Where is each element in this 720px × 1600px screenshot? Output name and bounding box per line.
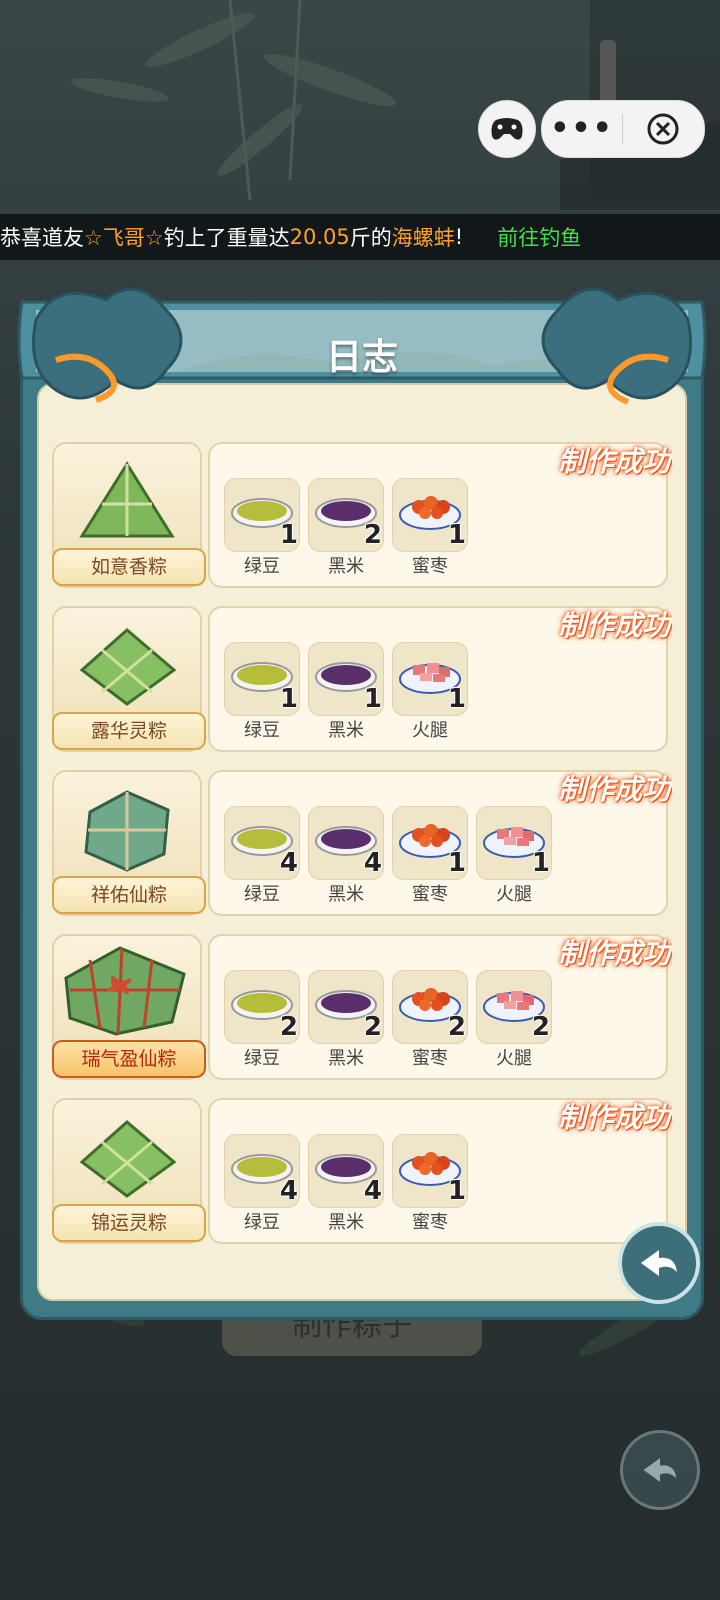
ingredient-label: 绿豆 (244, 884, 280, 905)
ingredient-item: 2 蜜枣 (392, 970, 468, 1069)
ingredient-label: 黑米 (328, 1048, 364, 1069)
ingredient-count: 2 (363, 1012, 382, 1042)
ticker-catch: 海螺蚌 (391, 226, 455, 250)
log-entry: 露华灵粽 制作成功 1 绿豆 1 黑米 1 火腿 (50, 604, 672, 754)
success-badge: 制作成功 (557, 1101, 670, 1134)
ingredient-count: 4 (279, 848, 298, 878)
zongzi-name: 锦运灵粽 (52, 1204, 206, 1242)
ingredient-count: 2 (279, 1012, 298, 1042)
ingredient-count: 1 (279, 684, 298, 714)
ingredient-count: 2 (363, 520, 382, 550)
ingredient-count: 1 (531, 848, 550, 878)
ingredient-item: 4 绿豆 (224, 1134, 300, 1233)
zongzi-name: 祥佑仙粽 (52, 876, 206, 914)
ingredient-item: 1 火腿 (476, 806, 552, 905)
log-list[interactable]: 如意香粽 制作成功 1 绿豆 2 黑米 1 蜜枣 露华灵粽 制作成功 1 绿豆 … (50, 440, 672, 1244)
ticker-middle: 钓上了重量达 (163, 226, 290, 250)
recipe-card: 制作成功 4 绿豆 4 黑米 1 蜜枣 (208, 1098, 670, 1244)
close-circle-icon (647, 113, 679, 145)
more-menu-button[interactable]: ••• (542, 101, 622, 157)
ingredient-label: 黑米 (328, 884, 364, 905)
zongzi-name: 瑞气盈仙粽 (52, 1040, 206, 1078)
ingredient-item: 1 绿豆 (224, 642, 300, 741)
ingredient-item: 1 蜜枣 (392, 806, 468, 905)
ingredient-item: 1 蜜枣 (392, 478, 468, 577)
zongzi-icon (79, 1120, 177, 1198)
ingredient-item: 1 绿豆 (224, 478, 300, 577)
zongzi-icon (84, 790, 170, 872)
ingredient-item: 2 火腿 (476, 970, 552, 1069)
ticker-player: ☆飞哥☆ (84, 226, 164, 250)
recipe-card: 制作成功 1 绿豆 2 黑米 1 蜜枣 (208, 442, 670, 588)
success-badge: 制作成功 (557, 445, 670, 478)
success-badge: 制作成功 (557, 609, 670, 642)
recipe-card: 制作成功 2 绿豆 2 黑米 2 蜜枣 2 火腿 (208, 934, 670, 1080)
ingredient-item: 1 黑米 (308, 642, 384, 741)
success-badge: 制作成功 (557, 937, 670, 970)
ingredient-label: 绿豆 (244, 1048, 280, 1069)
announcement-ticker: 恭喜道友 ☆飞哥☆ 钓上了重量达 20.05 斤的 海螺蚌 ! 前往钓鱼 (0, 214, 720, 260)
ingredient-label: 蜜枣 (412, 556, 448, 577)
ticker-prefix: 恭喜道友 (0, 226, 84, 250)
ingredient-count: 4 (279, 1176, 298, 1206)
zongzi-name: 如意香粽 (52, 548, 206, 586)
ticker-unit: 斤的 (349, 226, 392, 250)
ingredient-item: 2 黑米 (308, 478, 384, 577)
ticker-suffix: ! (454, 225, 464, 249)
game-controller-button[interactable] (478, 100, 536, 158)
success-badge: 制作成功 (557, 773, 670, 806)
close-mini-program-button[interactable] (623, 112, 703, 146)
back-button[interactable] (618, 1222, 700, 1304)
log-entry: 如意香粽 制作成功 1 绿豆 2 黑米 1 蜜枣 (50, 440, 672, 590)
ingredient-label: 蜜枣 (412, 1048, 448, 1069)
mini-program-capsule: ••• (541, 100, 705, 158)
recipe-card: 制作成功 1 绿豆 1 黑米 1 火腿 (208, 606, 670, 752)
ingredient-label: 蜜枣 (412, 1212, 448, 1233)
ticker-weight: 20.05 (289, 225, 350, 249)
ingredient-label: 绿豆 (244, 1212, 280, 1233)
ingredient-count: 1 (363, 684, 382, 714)
ingredient-item: 2 黑米 (308, 970, 384, 1069)
ingredient-label: 火腿 (412, 720, 448, 741)
zongzi-icon (64, 946, 186, 1036)
go-fishing-link[interactable]: 前往钓鱼 (497, 222, 581, 252)
ingredient-label: 蜜枣 (412, 884, 448, 905)
log-entry: 锦运灵粽 制作成功 4 绿豆 4 黑米 1 蜜枣 (50, 1096, 672, 1244)
ingredient-count: 1 (447, 684, 466, 714)
ingredient-label: 绿豆 (244, 556, 280, 577)
back-arrow-icon (641, 1250, 677, 1276)
ingredient-item: 4 绿豆 (224, 806, 300, 905)
ingredient-label: 黑米 (328, 1212, 364, 1233)
background-back-button (620, 1430, 700, 1510)
ingredient-count: 4 (363, 1176, 382, 1206)
zongzi-icon (79, 461, 175, 538)
ingredient-label: 火腿 (496, 884, 532, 905)
ingredient-label: 黑米 (328, 556, 364, 577)
zongzi-icon (79, 628, 177, 706)
ingredient-label: 黑米 (328, 720, 364, 741)
ingredient-count: 1 (447, 520, 466, 550)
ingredient-count: 1 (279, 520, 298, 550)
ingredient-item: 1 蜜枣 (392, 1134, 468, 1233)
back-arrow-icon (643, 1458, 677, 1482)
log-entry: 瑞气盈仙粽 制作成功 2 绿豆 2 黑米 2 蜜枣 2 火腿 (50, 932, 672, 1082)
ingredient-item: 1 火腿 (392, 642, 468, 741)
ingredient-count: 1 (447, 1176, 466, 1206)
ingredient-label: 火腿 (496, 1048, 532, 1069)
log-entry: 祥佑仙粽 制作成功 4 绿豆 4 黑米 1 蜜枣 1 火腿 (50, 768, 672, 918)
ingredient-count: 2 (531, 1012, 550, 1042)
ingredient-item: 4 黑米 (308, 1134, 384, 1233)
log-panel-title: 日志 (325, 337, 398, 378)
ingredient-item: 4 黑米 (308, 806, 384, 905)
ingredient-label: 绿豆 (244, 720, 280, 741)
recipe-card: 制作成功 4 绿豆 4 黑米 1 蜜枣 1 火腿 (208, 770, 670, 916)
ingredient-count: 1 (447, 848, 466, 878)
game-controller-icon (491, 118, 523, 140)
ingredient-count: 4 (363, 848, 382, 878)
ingredient-item: 2 绿豆 (224, 970, 300, 1069)
zongzi-name: 露华灵粽 (52, 712, 206, 750)
ingredient-count: 2 (447, 1012, 466, 1042)
